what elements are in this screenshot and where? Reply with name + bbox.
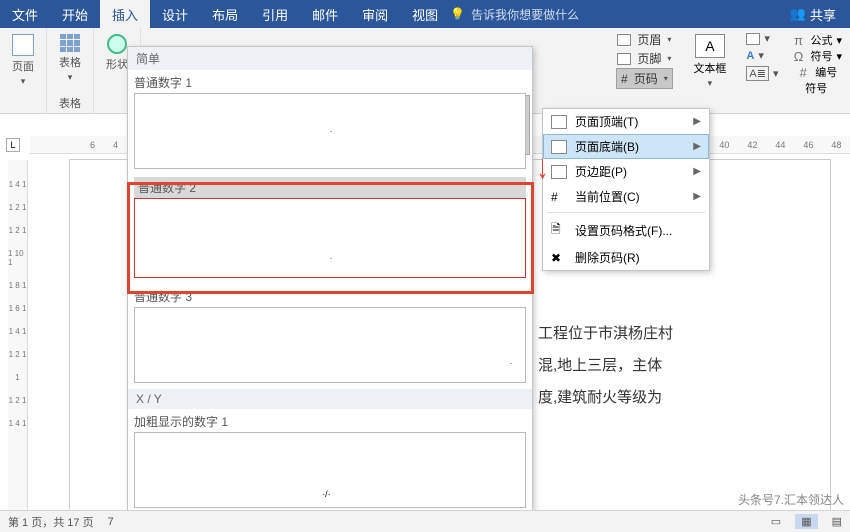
header-icon <box>617 34 631 46</box>
menu-page-bottom[interactable]: 页面底端(B)▶ <box>543 134 709 159</box>
menu-remove-page-numbers[interactable]: ✖删除页码(R) <box>543 245 709 270</box>
page-indicator[interactable]: 第 1 页，共 17 页 <box>8 514 94 530</box>
dropcap-icon: A≣ <box>746 66 769 81</box>
gallery-option-plain-1[interactable]: 普通数字 1 ˙ <box>128 70 532 175</box>
wordart-button[interactable]: A▾ <box>746 49 778 62</box>
remove-icon: ✖ <box>551 251 567 265</box>
group-symbols: π公式▾ Ω符号▾ #编号 符号 <box>782 28 850 113</box>
menu-page-top[interactable]: 页面顶端(T)▶ <box>543 109 709 134</box>
tab-home[interactable]: 开始 <box>50 0 100 28</box>
tab-design[interactable]: 设计 <box>150 0 200 28</box>
group-tables: 表格▾ 表格 <box>47 28 94 113</box>
tab-mailings[interactable]: 邮件 <box>300 0 350 28</box>
document-text: 工程位于市淇杨庄村 混,地上三层，主体 度,建筑耐火等级为 <box>538 318 673 414</box>
gallery-option-plain-2[interactable]: 普通数字 2 ˙ <box>128 175 532 284</box>
menu-current-position[interactable]: #当前位置(C)▶ <box>543 184 709 209</box>
annotation-arrow: ↓ <box>537 148 549 187</box>
page-top-icon <box>551 115 567 129</box>
dropcap-button[interactable]: A≣▾ <box>746 66 778 81</box>
page-icon <box>12 34 34 56</box>
page-number-menu: 页面顶端(T)▶ 页面底端(B)▶ 页边距(P)▶ #当前位置(C)▶ 🗎设置页… <box>542 108 710 271</box>
page-number-gallery: 简单 普通数字 1 ˙ 普通数字 2 ˙ 普通数字 3 ˙ X / Y 加粗显示… <box>127 46 533 516</box>
view-read-mode[interactable]: ▭ <box>771 515 781 528</box>
menu-format-page-numbers[interactable]: 🗎设置页码格式(F)... <box>543 216 709 245</box>
gallery-option-bold-1[interactable]: 加粗显示的数字 1 ·/· <box>128 409 532 514</box>
share-button[interactable]: 👥 共享 <box>776 0 850 28</box>
tab-review[interactable]: 审阅 <box>350 0 400 28</box>
gallery-option-plain-3[interactable]: 普通数字 3 ˙ <box>128 284 532 389</box>
view-web-layout[interactable]: ▤ <box>832 515 842 528</box>
status-bar: 第 1 页，共 17 页 7 ▭ ▦ ▤ <box>0 510 850 532</box>
tab-view[interactable]: 视图 <box>400 0 450 28</box>
watermark-text: 头条号7.汇本领达人 <box>738 491 844 508</box>
lightbulb-icon: 💡 <box>450 7 465 21</box>
group-header-footer: 页眉▾ 页脚▾ #页码▾ <box>611 28 677 113</box>
footer-button[interactable]: 页脚▾ <box>613 49 675 68</box>
tab-references[interactable]: 引用 <box>250 0 300 28</box>
quick-parts-button[interactable]: ▾ <box>746 32 778 45</box>
page-number-button[interactable]: #页码▾ <box>616 68 673 89</box>
page-margin-icon <box>551 165 567 179</box>
current-pos-icon: # <box>551 190 567 204</box>
doc-icon <box>746 33 760 45</box>
share-icon: 👥 <box>790 6 806 22</box>
number-button[interactable]: #编号 <box>795 64 837 80</box>
tab-selector[interactable]: L <box>6 138 20 152</box>
vertical-ruler[interactable]: 1 4 11 2 11 2 11 10 11 8 11 6 11 4 11 2 … <box>8 160 28 512</box>
tell-me-search[interactable]: 💡 告诉我你想要做什么 <box>450 0 579 28</box>
wordart-icon: A <box>746 50 754 62</box>
tab-file[interactable]: 文件 <box>0 0 50 28</box>
textbox-icon: A <box>695 34 725 58</box>
symbol-button[interactable]: Ω符号▾ <box>790 48 842 64</box>
textbox-button[interactable]: A 文本框▾ <box>687 32 732 91</box>
gallery-category-xy: X / Y <box>128 389 532 409</box>
group-text-misc: ▾ A▾ A≣▾ <box>742 28 782 113</box>
equation-button[interactable]: π公式▾ <box>790 32 842 48</box>
header-button[interactable]: 页眉▾ <box>613 30 675 49</box>
ribbon-tabs: 文件 开始 插入 设计 布局 引用 邮件 审阅 视图 💡 告诉我你想要做什么 👥… <box>0 0 850 28</box>
format-icon: 🗎 <box>551 220 567 241</box>
group-textbox: A 文本框▾ <box>677 28 742 113</box>
shapes-icon <box>107 34 127 54</box>
pages-button[interactable]: 页面▾ <box>6 32 40 89</box>
page-bottom-icon <box>551 140 567 154</box>
tab-insert[interactable]: 插入 <box>100 0 150 28</box>
pi-icon: π <box>790 32 806 48</box>
table-icon <box>60 34 80 52</box>
gallery-category-simple: 简单 <box>128 47 532 70</box>
omega-icon: Ω <box>790 48 806 64</box>
page-number-icon: # <box>621 72 628 86</box>
tab-layout[interactable]: 布局 <box>200 0 250 28</box>
char-count[interactable]: 7 <box>108 516 114 528</box>
table-button[interactable]: 表格▾ <box>53 32 87 85</box>
number-icon: # <box>795 64 811 80</box>
group-pages: 页面▾ <box>0 28 47 113</box>
view-print-layout[interactable]: ▦ <box>795 514 817 529</box>
menu-page-margin[interactable]: 页边距(P)▶ <box>543 159 709 184</box>
footer-icon <box>617 53 631 65</box>
